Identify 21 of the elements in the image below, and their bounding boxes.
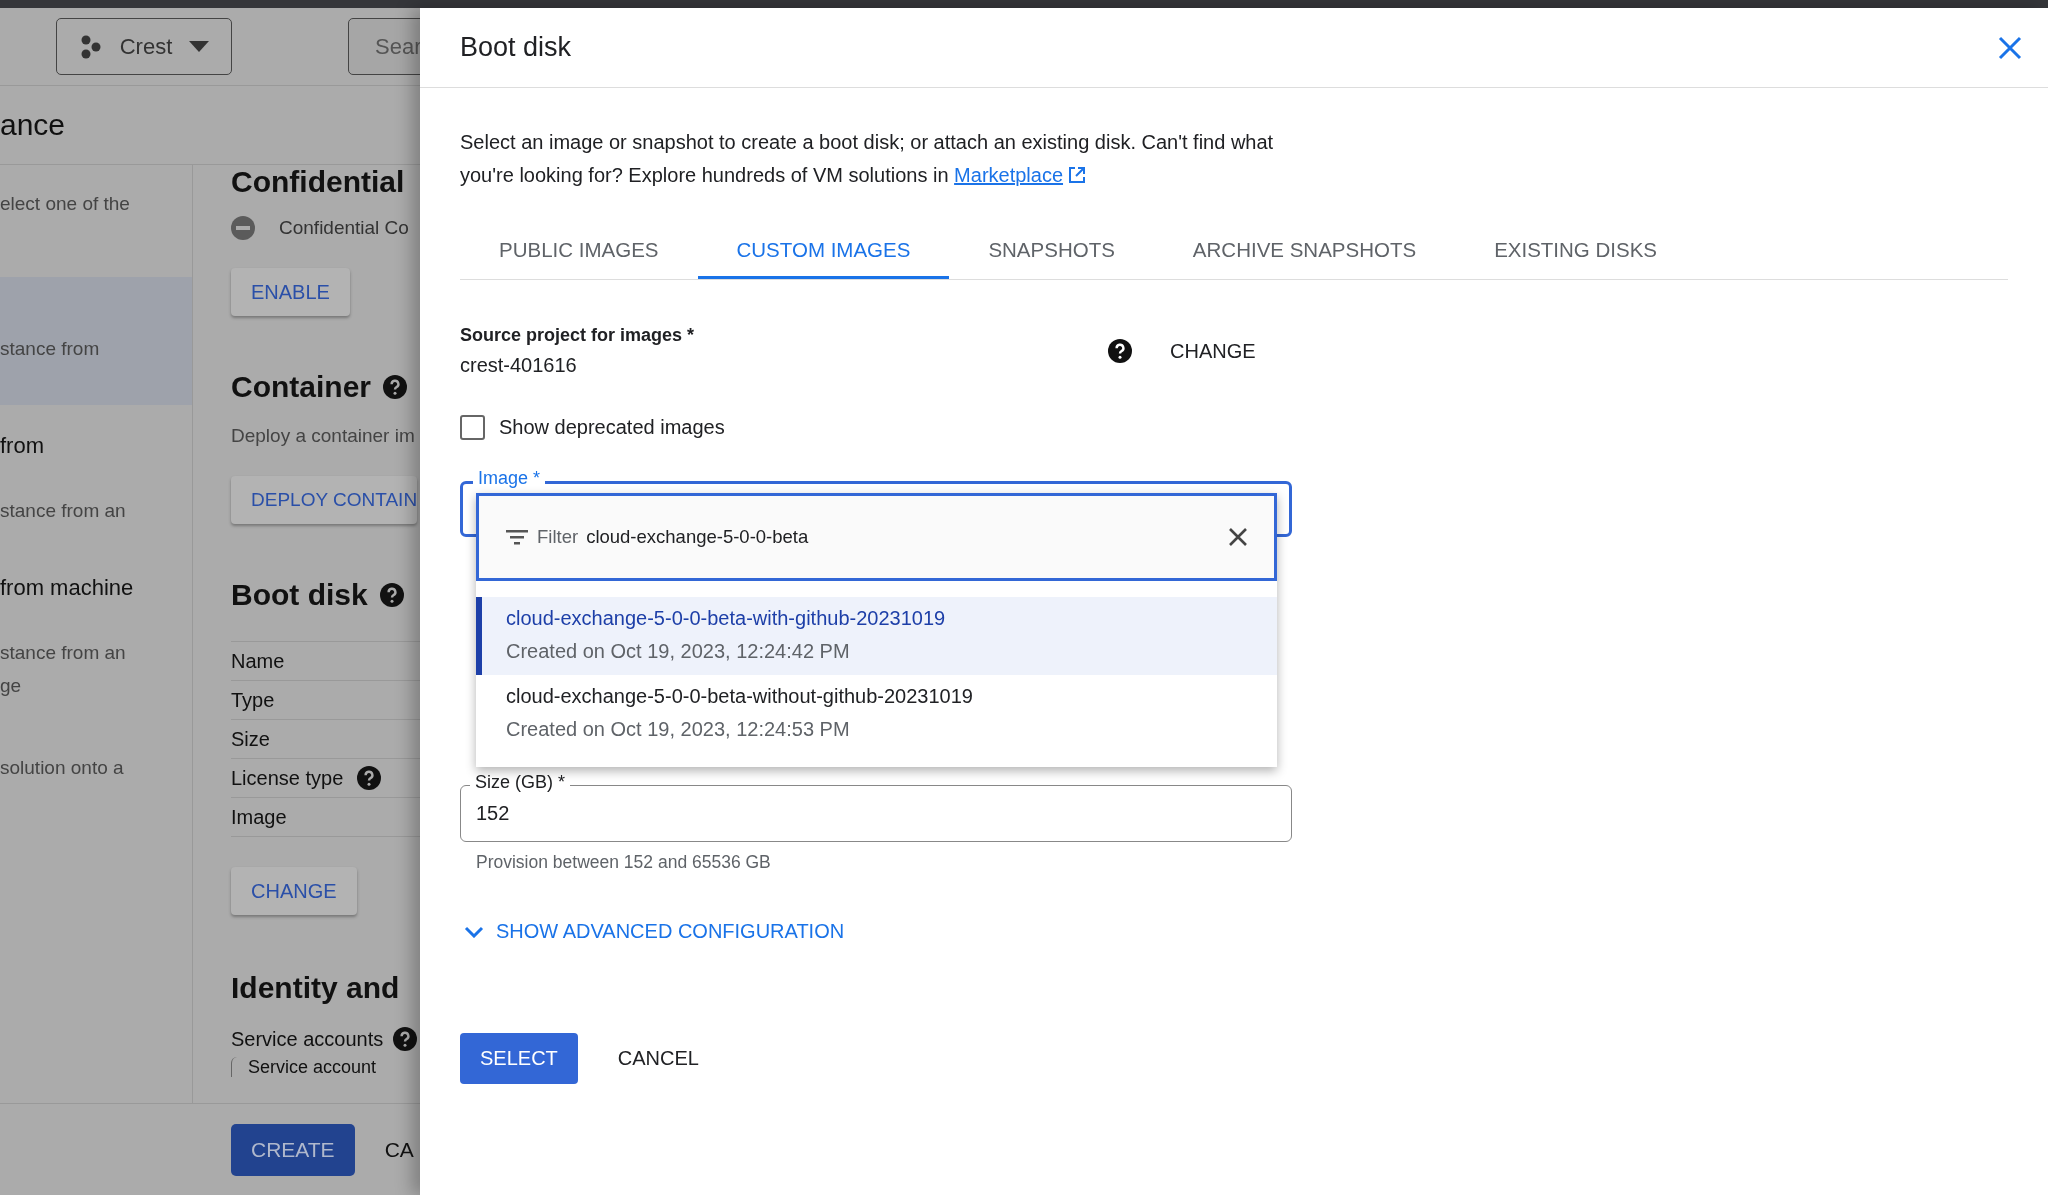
page-title: ance: [0, 108, 66, 142]
row-label: License type: [231, 766, 344, 790]
field-label: Image *: [473, 468, 546, 489]
field-label: Source project for images *: [460, 325, 696, 346]
row-label: Size: [231, 727, 270, 751]
status-text: Confidential Co: [279, 217, 409, 239]
section-description: Deploy a container im: [231, 425, 416, 447]
row-label: Image: [231, 805, 287, 829]
section-heading: Container: [231, 372, 371, 402]
row-label: Type: [231, 688, 275, 712]
field-label: Service accounts: [231, 1027, 384, 1051]
dialog-title: Boot disk: [460, 32, 572, 63]
field-value: crest-401616: [460, 354, 578, 377]
field-label: Size (GB) *: [470, 772, 571, 793]
description-text: Select an image or snapshot to create a boot disk; or attach an existing disk. Can't find what you're looking for? Explore hundreds of VM solutions in Marketplace: [460, 130, 1275, 188]
section-heading: Identity and: [231, 973, 401, 1003]
checkbox-label: Show deprecated images: [499, 416, 725, 439]
field-hint: Provision between 152 and 65536 GB: [476, 852, 772, 873]
row-label: Name: [231, 649, 285, 673]
section-heading: Boot disk: [231, 580, 368, 610]
section-heading: Confidential: [231, 167, 406, 197]
